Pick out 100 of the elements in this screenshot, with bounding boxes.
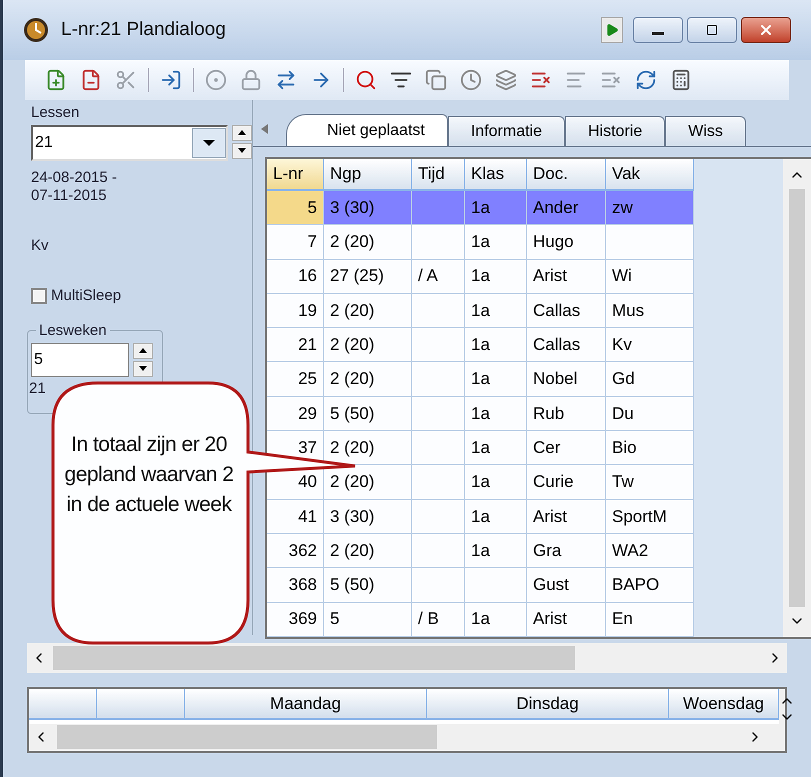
vertical-scrollbar[interactable] <box>783 159 811 637</box>
table-cell: 1a <box>465 465 527 500</box>
table-row[interactable]: 369 5 / B 1a Arist En <box>267 602 783 637</box>
column-header[interactable]: Tijd <box>412 159 465 191</box>
tab-scroll-left-icon[interactable] <box>261 124 268 134</box>
window-title: L-nr:21 Plandialoog <box>61 18 226 42</box>
table-row[interactable]: 29 5 (50) 1a Rub Du <box>267 396 783 432</box>
clock-button[interactable] <box>458 67 484 93</box>
table-row[interactable]: 7 2 (20) 1a Hugo <box>267 225 783 260</box>
table-cell: Arist <box>527 500 606 534</box>
column-header[interactable]: L-nr <box>267 159 324 191</box>
table-cell: 1a <box>465 328 527 362</box>
tab[interactable]: Informatie <box>448 116 565 146</box>
day-header: Maandag <box>185 689 427 718</box>
spin-up-button[interactable] <box>133 342 153 358</box>
table-cell: Cer <box>527 431 606 466</box>
spin-down-button[interactable] <box>232 142 252 158</box>
table-cell <box>412 328 465 362</box>
table-cell <box>412 191 465 226</box>
table-cell: 2 (20) <box>324 465 412 500</box>
table-cell: 1a <box>465 225 527 260</box>
table-cell <box>412 225 465 260</box>
table-cell <box>412 465 465 500</box>
tab[interactable]: Wiss <box>665 116 746 146</box>
table-cell: 2 (20) <box>324 225 412 260</box>
scrollbar-thumb[interactable] <box>57 725 437 750</box>
table-cell: 2 (20) <box>324 534 412 568</box>
down-arrow-icon <box>139 366 147 371</box>
table-cell: 1a <box>465 431 527 466</box>
column-header[interactable]: Doc. <box>527 159 606 191</box>
table-row[interactable]: 5 3 (30) 1a Ander zw <box>267 191 783 226</box>
table-cell: Bio <box>606 431 694 466</box>
table-row[interactable]: 21 2 (20) 1a Callas Kv <box>267 328 783 362</box>
horizontal-scrollbar[interactable] <box>27 643 787 673</box>
spin-up-button[interactable] <box>232 124 252 140</box>
down-arrow-icon <box>238 148 246 153</box>
table-cell: / B <box>412 602 465 637</box>
table-cell: 1a <box>465 294 527 328</box>
spin-down-button[interactable] <box>133 360 153 376</box>
close-button[interactable] <box>741 17 791 43</box>
table-cell: Rub <box>527 396 606 432</box>
calculator-icon <box>670 69 692 91</box>
table-cell: 21 <box>267 328 324 362</box>
lock-icon <box>240 69 262 91</box>
table-cell: 5 <box>267 191 324 226</box>
table-cell: 1a <box>465 396 527 432</box>
table-row[interactable]: 19 2 (20) 1a Callas Mus <box>267 294 783 328</box>
table-cell: Wi <box>606 260 694 294</box>
table-row[interactable]: 16 27 (25) / A 1a Arist Wi <box>267 260 783 294</box>
clock-icon <box>460 69 482 91</box>
table-cell: 25 <box>267 362 324 397</box>
table-cell: En <box>606 602 694 637</box>
tab[interactable]: Historie <box>564 116 666 146</box>
column-header[interactable]: Klas <box>465 159 527 191</box>
table-cell <box>412 534 465 568</box>
date-range-start: 24-08-2015 - <box>31 168 118 186</box>
table-cell: 1a <box>465 534 527 568</box>
table-cell <box>412 500 465 534</box>
table-cell <box>465 568 527 603</box>
table-cell: WA2 <box>606 534 694 568</box>
swap-icon <box>275 69 297 91</box>
table-row[interactable]: 25 2 (20) 1a Nobel Gd <box>267 362 783 397</box>
stack-icon <box>495 69 517 91</box>
run-button[interactable] <box>601 17 623 43</box>
table-cell: zw <box>606 191 694 226</box>
maximize-button[interactable] <box>687 17 737 43</box>
table-row[interactable]: 40 2 (20) 1a Curie Tw <box>267 465 783 500</box>
stack-button[interactable] <box>493 67 519 93</box>
up-arrow-icon <box>139 348 147 353</box>
table-cell <box>412 396 465 432</box>
table-row[interactable]: 41 3 (30) 1a Arist SportM <box>267 500 783 534</box>
subject-label: Kv <box>31 236 50 256</box>
up-arrow-icon <box>238 130 246 135</box>
table-row[interactable]: 37 2 (20) 1a Cer Bio <box>267 431 783 466</box>
lesson-combo[interactable]: 21 <box>31 124 228 160</box>
table-cell: 16 <box>267 260 324 294</box>
scrollbar-thumb[interactable] <box>53 646 575 670</box>
minimize-button[interactable] <box>633 17 683 43</box>
table-cell <box>412 568 465 603</box>
table-cell: Arist <box>527 602 606 637</box>
callout-text: In totaal zijn er 20 gepland waarvan 2 in de actuele week <box>64 432 234 518</box>
column-header[interactable]: Vak <box>606 159 694 191</box>
table-cell: 5 <box>324 602 412 637</box>
table-row[interactable]: 368 5 (50) Gust BAPO <box>267 568 783 603</box>
table-cell: Nobel <box>527 362 606 397</box>
clock-logo-icon <box>23 17 49 43</box>
table-cell: 29 <box>267 396 324 432</box>
multisleep-checkbox[interactable] <box>31 288 47 304</box>
scrollbar-thumb[interactable] <box>789 189 805 607</box>
table-cell: 1a <box>465 362 527 397</box>
tab[interactable]: Niet geplaatst <box>286 114 448 146</box>
weeks-combo[interactable]: 5 <box>31 342 129 376</box>
windows-button[interactable] <box>423 67 449 93</box>
table-row[interactable]: 362 2 (20) 1a Gra WA2 <box>267 534 783 568</box>
table-cell: Callas <box>527 328 606 362</box>
lessen-label: Lessen <box>31 103 80 123</box>
table-cell: 1a <box>465 602 527 637</box>
table-cell: 369 <box>267 602 324 637</box>
table-cell: 2 (20) <box>324 431 412 466</box>
column-header[interactable]: Ngp <box>324 159 412 191</box>
